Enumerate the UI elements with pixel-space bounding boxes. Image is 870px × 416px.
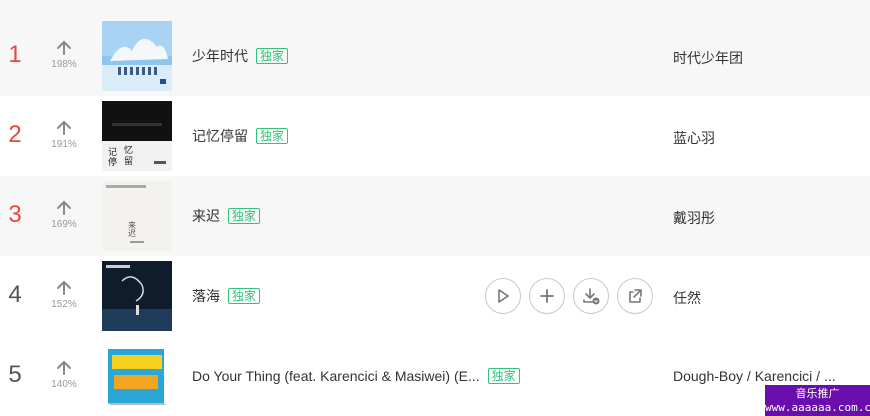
song-row-3[interactable]: 3 169% 来迟 来迟 独家 戴羽彤 [0, 176, 870, 256]
album-cover[interactable]: 记 忆 停 留 [102, 101, 172, 171]
song-title[interactable]: Do Your Thing (feat. Karencici & Masiwei… [192, 368, 480, 384]
trend-percent: 198% [51, 59, 77, 70]
trend-percent: 191% [51, 139, 77, 150]
watermark-url: www.aaaaaa.com.cn [765, 401, 870, 414]
song-title[interactable]: 来迟 [192, 206, 220, 226]
download-icon [583, 288, 600, 305]
song-title[interactable]: 记忆停留 [192, 126, 248, 146]
download-button[interactable] [573, 278, 609, 314]
trend-indicator: 140% [46, 358, 82, 391]
svg-text:停: 停 [108, 156, 117, 168]
song-row-5[interactable]: 5 140% Do Your Thing (feat. Karencici & … [0, 336, 870, 416]
plus-icon [540, 289, 554, 303]
exclusive-badge: 独家 [228, 208, 261, 224]
arrow-up-icon [57, 280, 71, 295]
svg-text:来迟: 来迟 [128, 221, 137, 238]
rank-number: 5 [8, 361, 22, 388]
trend-percent: 140% [51, 379, 77, 390]
exclusive-badge: 独家 [228, 288, 261, 304]
exclusive-badge: 独家 [256, 48, 289, 64]
song-title[interactable]: 落海 [192, 286, 220, 306]
artist-name[interactable]: 戴羽彤 [673, 208, 715, 228]
watermark: 音乐推广 www.aaaaaa.com.cn [765, 385, 870, 416]
album-cover[interactable]: 来迟 [102, 181, 172, 251]
arrow-up-icon [57, 120, 71, 135]
album-cover[interactable] [102, 261, 172, 331]
trend-percent: 169% [51, 219, 77, 230]
artist-name[interactable]: 时代少年团 [673, 48, 743, 68]
watermark-title: 音乐推广 [795, 388, 840, 400]
trend-indicator: 191% [46, 118, 82, 151]
exclusive-badge: 独家 [256, 128, 289, 144]
exclusive-badge: 独家 [487, 368, 520, 384]
song-title[interactable]: 少年时代 [192, 46, 248, 66]
share-icon [629, 289, 642, 303]
song-actions [485, 278, 653, 314]
arrow-up-icon [57, 40, 71, 55]
artist-name[interactable]: 蓝心羽 [673, 128, 715, 148]
album-cover[interactable] [102, 21, 172, 91]
svg-text:留: 留 [124, 155, 133, 167]
share-button[interactable] [617, 278, 653, 314]
song-row-4[interactable]: 4 152% 落海 独家 任然 [0, 256, 870, 336]
play-icon [498, 289, 509, 303]
artist-name[interactable]: 任然 [673, 288, 701, 308]
arrow-up-icon [57, 360, 71, 375]
artist-name[interactable]: Dough-Boy / Karencici / ... [673, 368, 836, 384]
trend-indicator: 169% [46, 198, 82, 231]
song-row-2[interactable]: 2 191% 记 忆 停 留 记忆停留 独家 蓝心羽 [0, 96, 870, 176]
arrow-up-icon [57, 200, 71, 215]
trend-percent: 152% [51, 299, 77, 310]
album-cover[interactable] [102, 341, 172, 411]
rank-number: 1 [8, 41, 22, 68]
song-row-1[interactable]: 1 198% 少年时代 独家 时代少年团 [0, 16, 870, 96]
add-button[interactable] [529, 278, 565, 314]
rank-number: 4 [8, 281, 22, 308]
trend-indicator: 152% [46, 278, 82, 311]
svg-text:忆: 忆 [124, 144, 133, 156]
rank-number: 2 [8, 121, 22, 148]
trend-indicator: 198% [46, 38, 82, 71]
play-button[interactable] [485, 278, 521, 314]
rank-number: 3 [8, 201, 22, 228]
svg-text:记: 记 [108, 147, 117, 158]
list-top-spacer [0, 0, 870, 16]
